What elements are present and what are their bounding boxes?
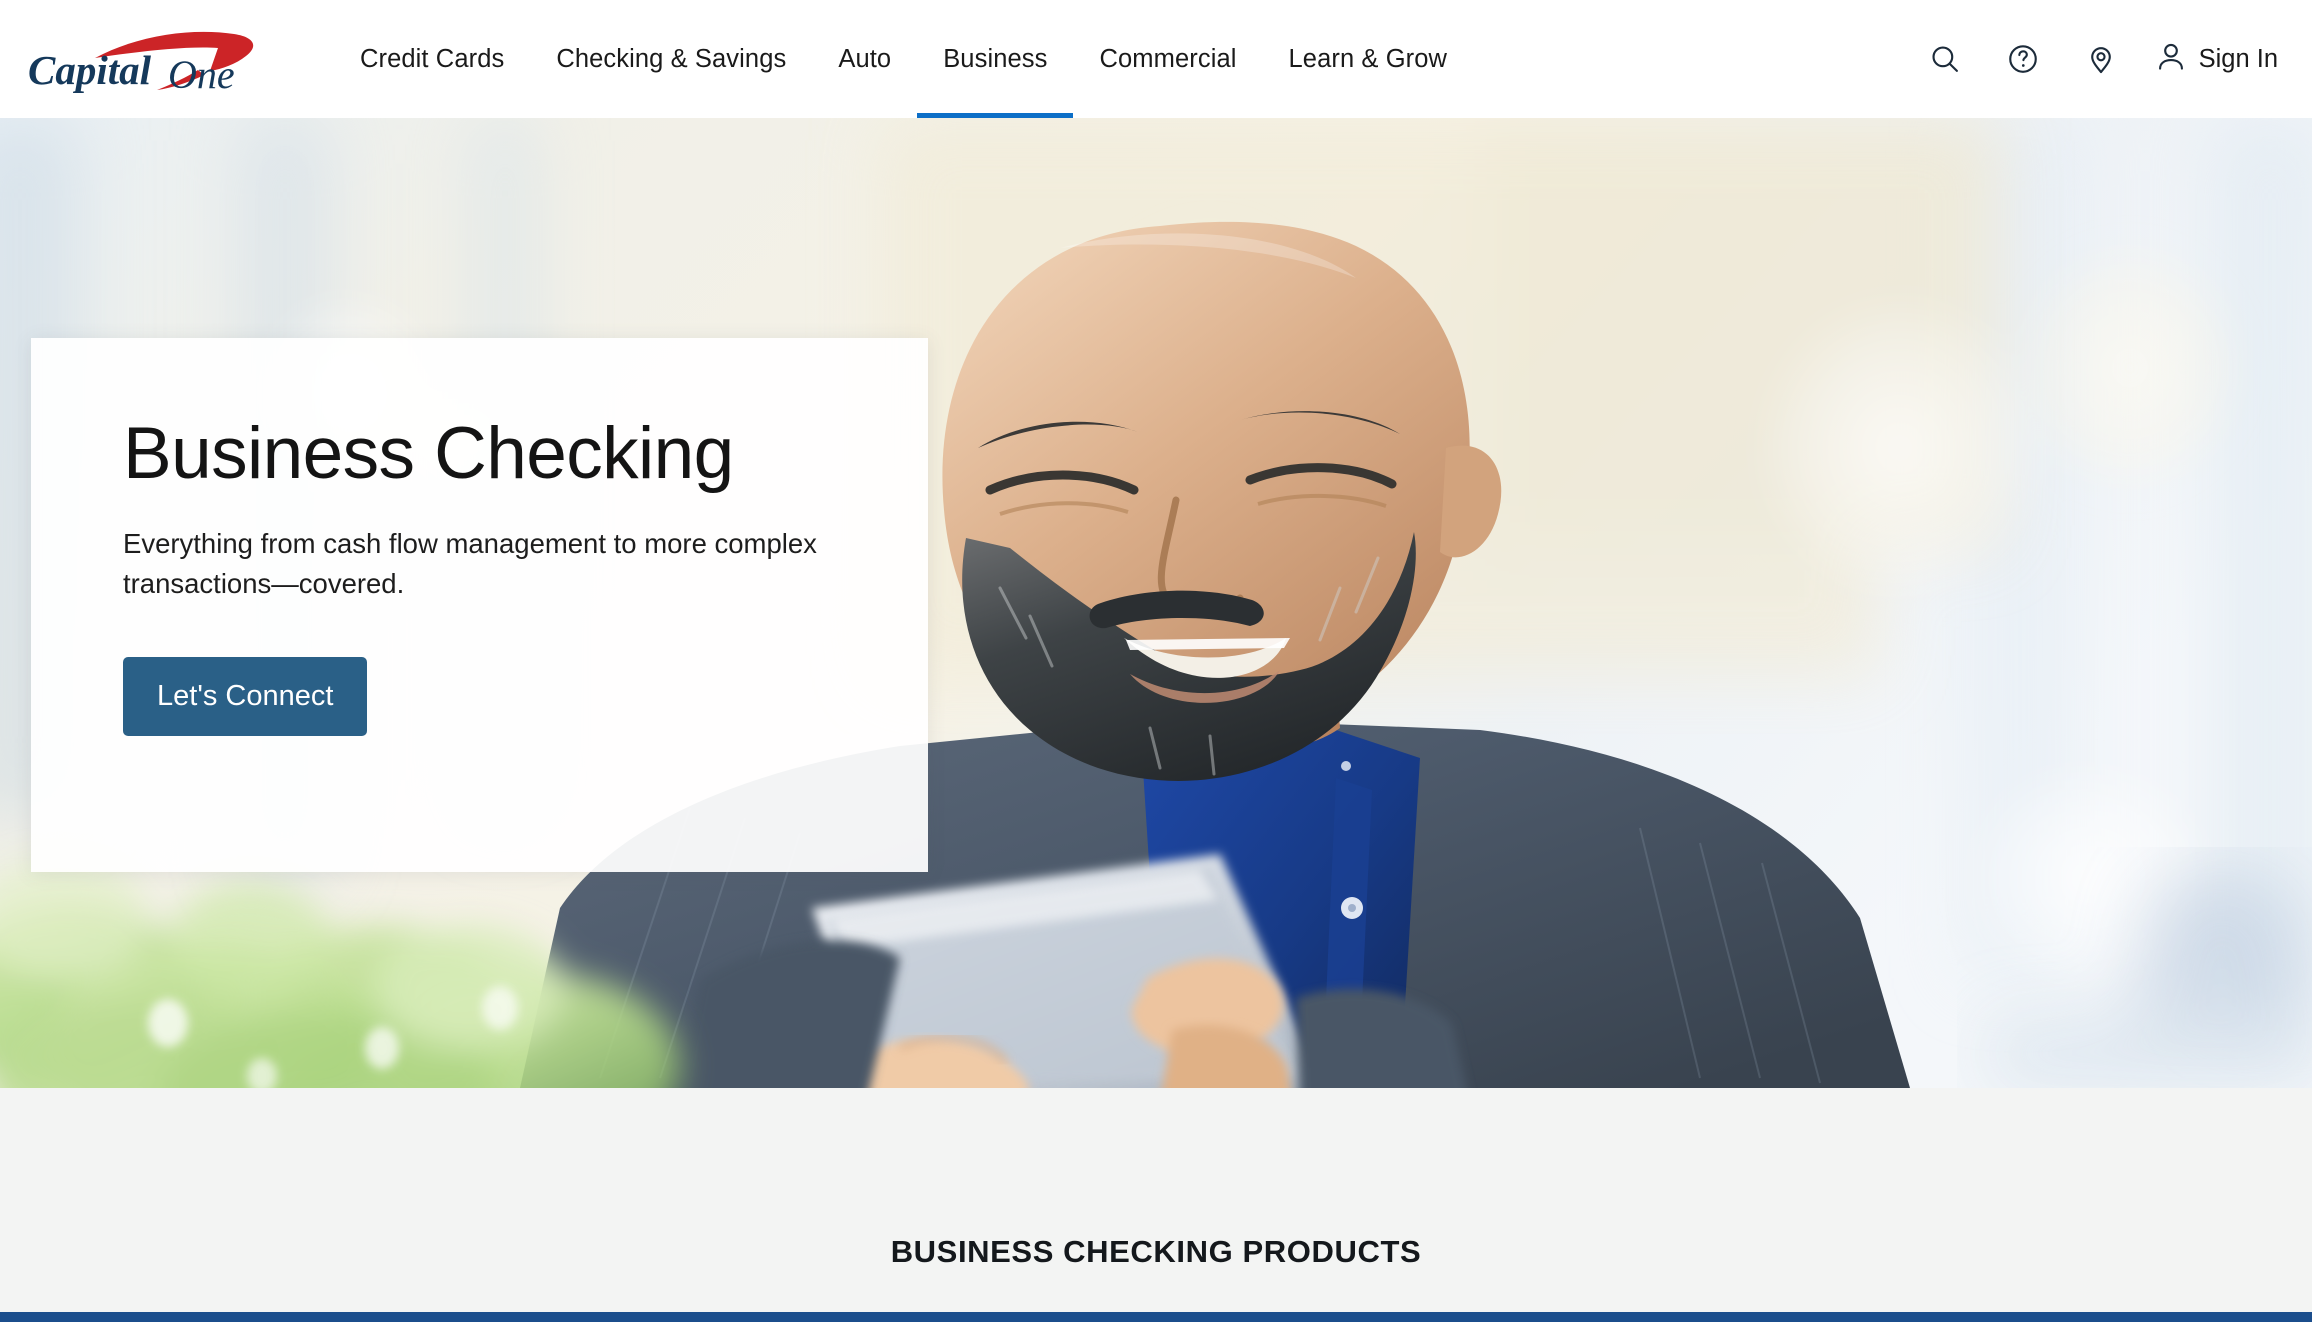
nav-active-underline (812, 113, 917, 118)
capital-one-logo[interactable]: Capital One (22, 22, 272, 96)
search-button[interactable] (1906, 20, 1984, 98)
location-pin-icon (2084, 42, 2118, 76)
nav-active-underline (1073, 113, 1262, 118)
products-section-heading: BUSINESS CHECKING PRODUCTS (890, 1234, 1422, 1269)
help-button[interactable] (1984, 20, 2062, 98)
main-navigation-bar: Capital One Credit Cards Checking & Savi… (0, 0, 2312, 118)
person-icon (2154, 40, 2188, 79)
nav-item-credit-cards[interactable]: Credit Cards (334, 0, 530, 118)
nav-active-underline (917, 113, 1074, 118)
help-icon (2006, 42, 2040, 76)
nav-item-label: Checking & Savings (556, 44, 787, 73)
nav-item-label: Auto (838, 44, 892, 73)
hero-title: Business Checking (123, 413, 734, 494)
business-checking-products-section: BUSINESS CHECKING PRODUCTS (0, 1088, 2312, 1322)
sign-in-label: Sign In (2198, 44, 2278, 73)
nav-item-label: Learn & Grow (1288, 44, 1448, 73)
nav-item-commercial[interactable]: Commercial (1073, 0, 1262, 118)
locations-button[interactable] (2062, 20, 2140, 98)
sign-in-button[interactable]: Sign In (2140, 40, 2278, 79)
nav-item-learn-grow[interactable]: Learn & Grow (1263, 0, 1474, 118)
hero-subtitle: Everything from cash flow management to … (123, 527, 817, 600)
primary-nav-menu: Credit Cards Checking & Savings Auto Bus… (334, 0, 1473, 118)
hero-content-card: Business Checking Everything from cash f… (31, 338, 928, 872)
nav-active-underline (334, 113, 530, 118)
search-icon (1928, 42, 1962, 76)
nav-item-checking-savings[interactable]: Checking & Savings (530, 0, 812, 118)
nav-utility-group: Sign In (1906, 20, 2312, 98)
hero-section: Business Checking Everything from cash f… (0, 118, 2312, 1088)
lets-connect-button[interactable]: Let's Connect (123, 656, 368, 736)
svg-text:One: One (168, 52, 235, 96)
nav-item-label: Commercial (1099, 44, 1237, 73)
nav-active-underline (530, 113, 812, 118)
nav-item-auto[interactable]: Auto (812, 0, 917, 118)
nav-item-label: Business (943, 44, 1048, 73)
nav-active-underline (1263, 113, 1474, 118)
nav-item-label: Credit Cards (360, 44, 505, 73)
nav-item-business[interactable]: Business (917, 0, 1074, 118)
section-divider-bar (0, 1312, 2312, 1322)
svg-text:Capital: Capital (28, 47, 152, 93)
